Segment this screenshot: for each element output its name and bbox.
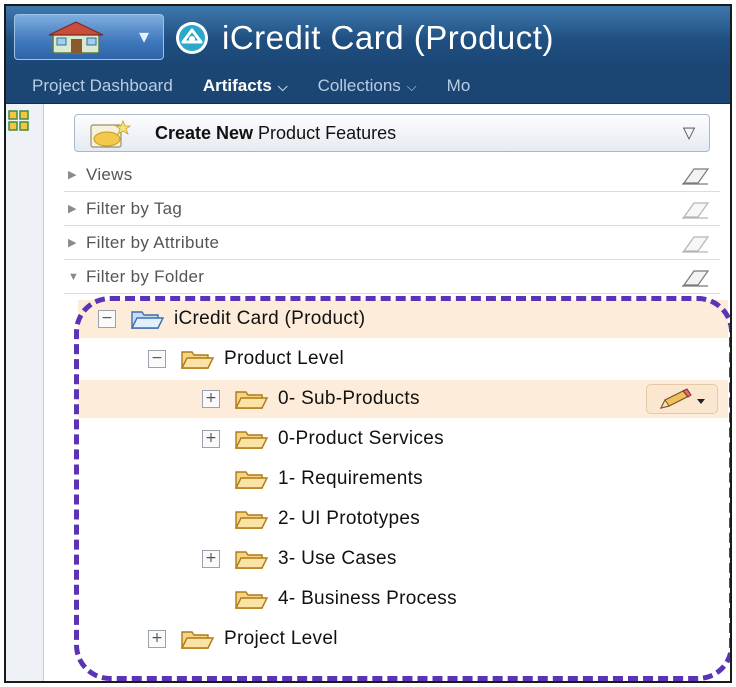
left-strip: [6, 104, 44, 681]
chevron-down-icon: ⌵: [277, 78, 288, 94]
tree-item-use-cases[interactable]: + 3- Use Cases: [202, 540, 397, 578]
create-new-label: Create New Product Features: [155, 123, 669, 144]
nav-more[interactable]: Mo: [447, 76, 471, 96]
chevron-down-icon[interactable]: ▽: [669, 123, 709, 143]
tree-item-product-services[interactable]: + 0-Product Services: [202, 420, 444, 458]
folder-open-icon: [180, 351, 214, 369]
expand-triangle-icon: ▶: [68, 169, 77, 181]
filter-views[interactable]: ▶ Views: [64, 158, 720, 192]
nav-artifacts-label: Artifacts: [202, 75, 272, 95]
filter-by-attribute[interactable]: ▶ Filter by Attribute: [64, 226, 720, 260]
app-window: ▾ iCredit Card (Product) Project Dashboa…: [4, 4, 732, 683]
top-navigation: Project Dashboard Artifacts ⌵ Collections…: [6, 68, 730, 104]
tree-item-label: 2- UI Prototypes: [278, 508, 421, 529]
chevron-down-icon[interactable]: ▾: [133, 27, 155, 47]
create-new-button[interactable]: Create New Product Features ▽: [74, 114, 710, 152]
eraser-icon[interactable]: [680, 199, 710, 219]
tree-project-level[interactable]: + Project Level: [148, 620, 338, 658]
collapse-triangle-icon: ▼: [68, 270, 79, 283]
project-logo-icon: [176, 22, 208, 54]
tree-item-sub-products[interactable]: + 0- Sub-Products: [78, 380, 728, 418]
collapse-toggle-icon[interactable]: −: [98, 310, 116, 328]
folder-open-icon: [234, 511, 268, 529]
collapse-toggle-icon[interactable]: −: [148, 350, 166, 368]
tree-product-level-label: Product Level: [224, 348, 345, 369]
filter-attribute-label: Filter by Attribute: [86, 232, 220, 252]
tree-item-business-process[interactable]: 4- Business Process: [234, 580, 457, 618]
folder-open-icon: [180, 631, 214, 649]
filter-by-tag[interactable]: ▶ Filter by Tag: [64, 192, 720, 226]
eraser-icon[interactable]: [680, 165, 710, 185]
home-icon: [48, 21, 104, 54]
folder-open-icon: [130, 311, 164, 329]
nav-project-dashboard[interactable]: Project Dashboard: [32, 76, 173, 96]
filter-folder-label: Filter by Folder: [86, 266, 205, 286]
title-bar: ▾ iCredit Card (Product): [6, 6, 730, 68]
new-feature-icon: [90, 119, 132, 148]
tree-item-label: 0-Product Services: [278, 428, 444, 449]
nav-collections-label: Collections: [317, 75, 401, 95]
filter-by-folder[interactable]: ▼ Filter by Folder: [64, 260, 720, 294]
tree-root[interactable]: − iCredit Card (Product): [78, 300, 728, 338]
eraser-icon[interactable]: [680, 267, 710, 287]
expand-toggle-icon[interactable]: +: [202, 550, 220, 568]
filter-views-label: Views: [86, 164, 133, 184]
chevron-down-icon: ⌵: [406, 78, 417, 94]
expand-toggle-icon[interactable]: +: [202, 390, 220, 408]
tree-product-level[interactable]: − Product Level: [148, 340, 344, 378]
create-new-bold: Create New: [155, 122, 254, 143]
expand-toggle-icon[interactable]: +: [148, 630, 166, 648]
expand-triangle-icon: ▶: [68, 237, 77, 249]
tree-item-requirements[interactable]: 1- Requirements: [234, 460, 423, 498]
folder-open-icon: [234, 391, 268, 409]
tree-item-label: 1- Requirements: [278, 468, 423, 489]
tree-item-label: 3- Use Cases: [278, 548, 397, 569]
folder-open-icon: [234, 471, 268, 489]
tree-item-label: 4- Business Process: [278, 588, 457, 609]
tree-item-ui-prototypes[interactable]: 2- UI Prototypes: [234, 500, 420, 538]
filter-tag-label: Filter by Tag: [86, 198, 183, 218]
folder-open-icon: [234, 431, 268, 449]
tree-item-label: 0- Sub-Products: [278, 388, 420, 409]
expand-triangle-icon: ▶: [68, 203, 77, 215]
nav-collections[interactable]: Collections ⌵: [318, 76, 417, 96]
nav-artifacts[interactable]: Artifacts ⌵: [203, 76, 288, 96]
folder-open-icon: [234, 591, 268, 609]
tree-root-label: iCredit Card (Product): [174, 308, 366, 329]
grid-view-icon[interactable]: [8, 110, 30, 132]
project-title: iCredit Card (Product): [174, 16, 554, 60]
expand-toggle-icon[interactable]: +: [202, 430, 220, 448]
explorer-panel: Create New Product Features ▽ ▶ Views ▶ …: [48, 104, 730, 681]
home-button[interactable]: ▾: [14, 14, 164, 60]
tree-project-level-label: Project Level: [224, 628, 338, 649]
eraser-icon[interactable]: [680, 233, 710, 253]
edit-menu-button[interactable]: [646, 384, 718, 414]
pencil-icon: [659, 388, 705, 409]
folder-open-icon: [234, 551, 268, 569]
create-new-rest: Product Features: [253, 122, 397, 143]
project-title-text: iCredit Card (Product): [222, 19, 554, 56]
